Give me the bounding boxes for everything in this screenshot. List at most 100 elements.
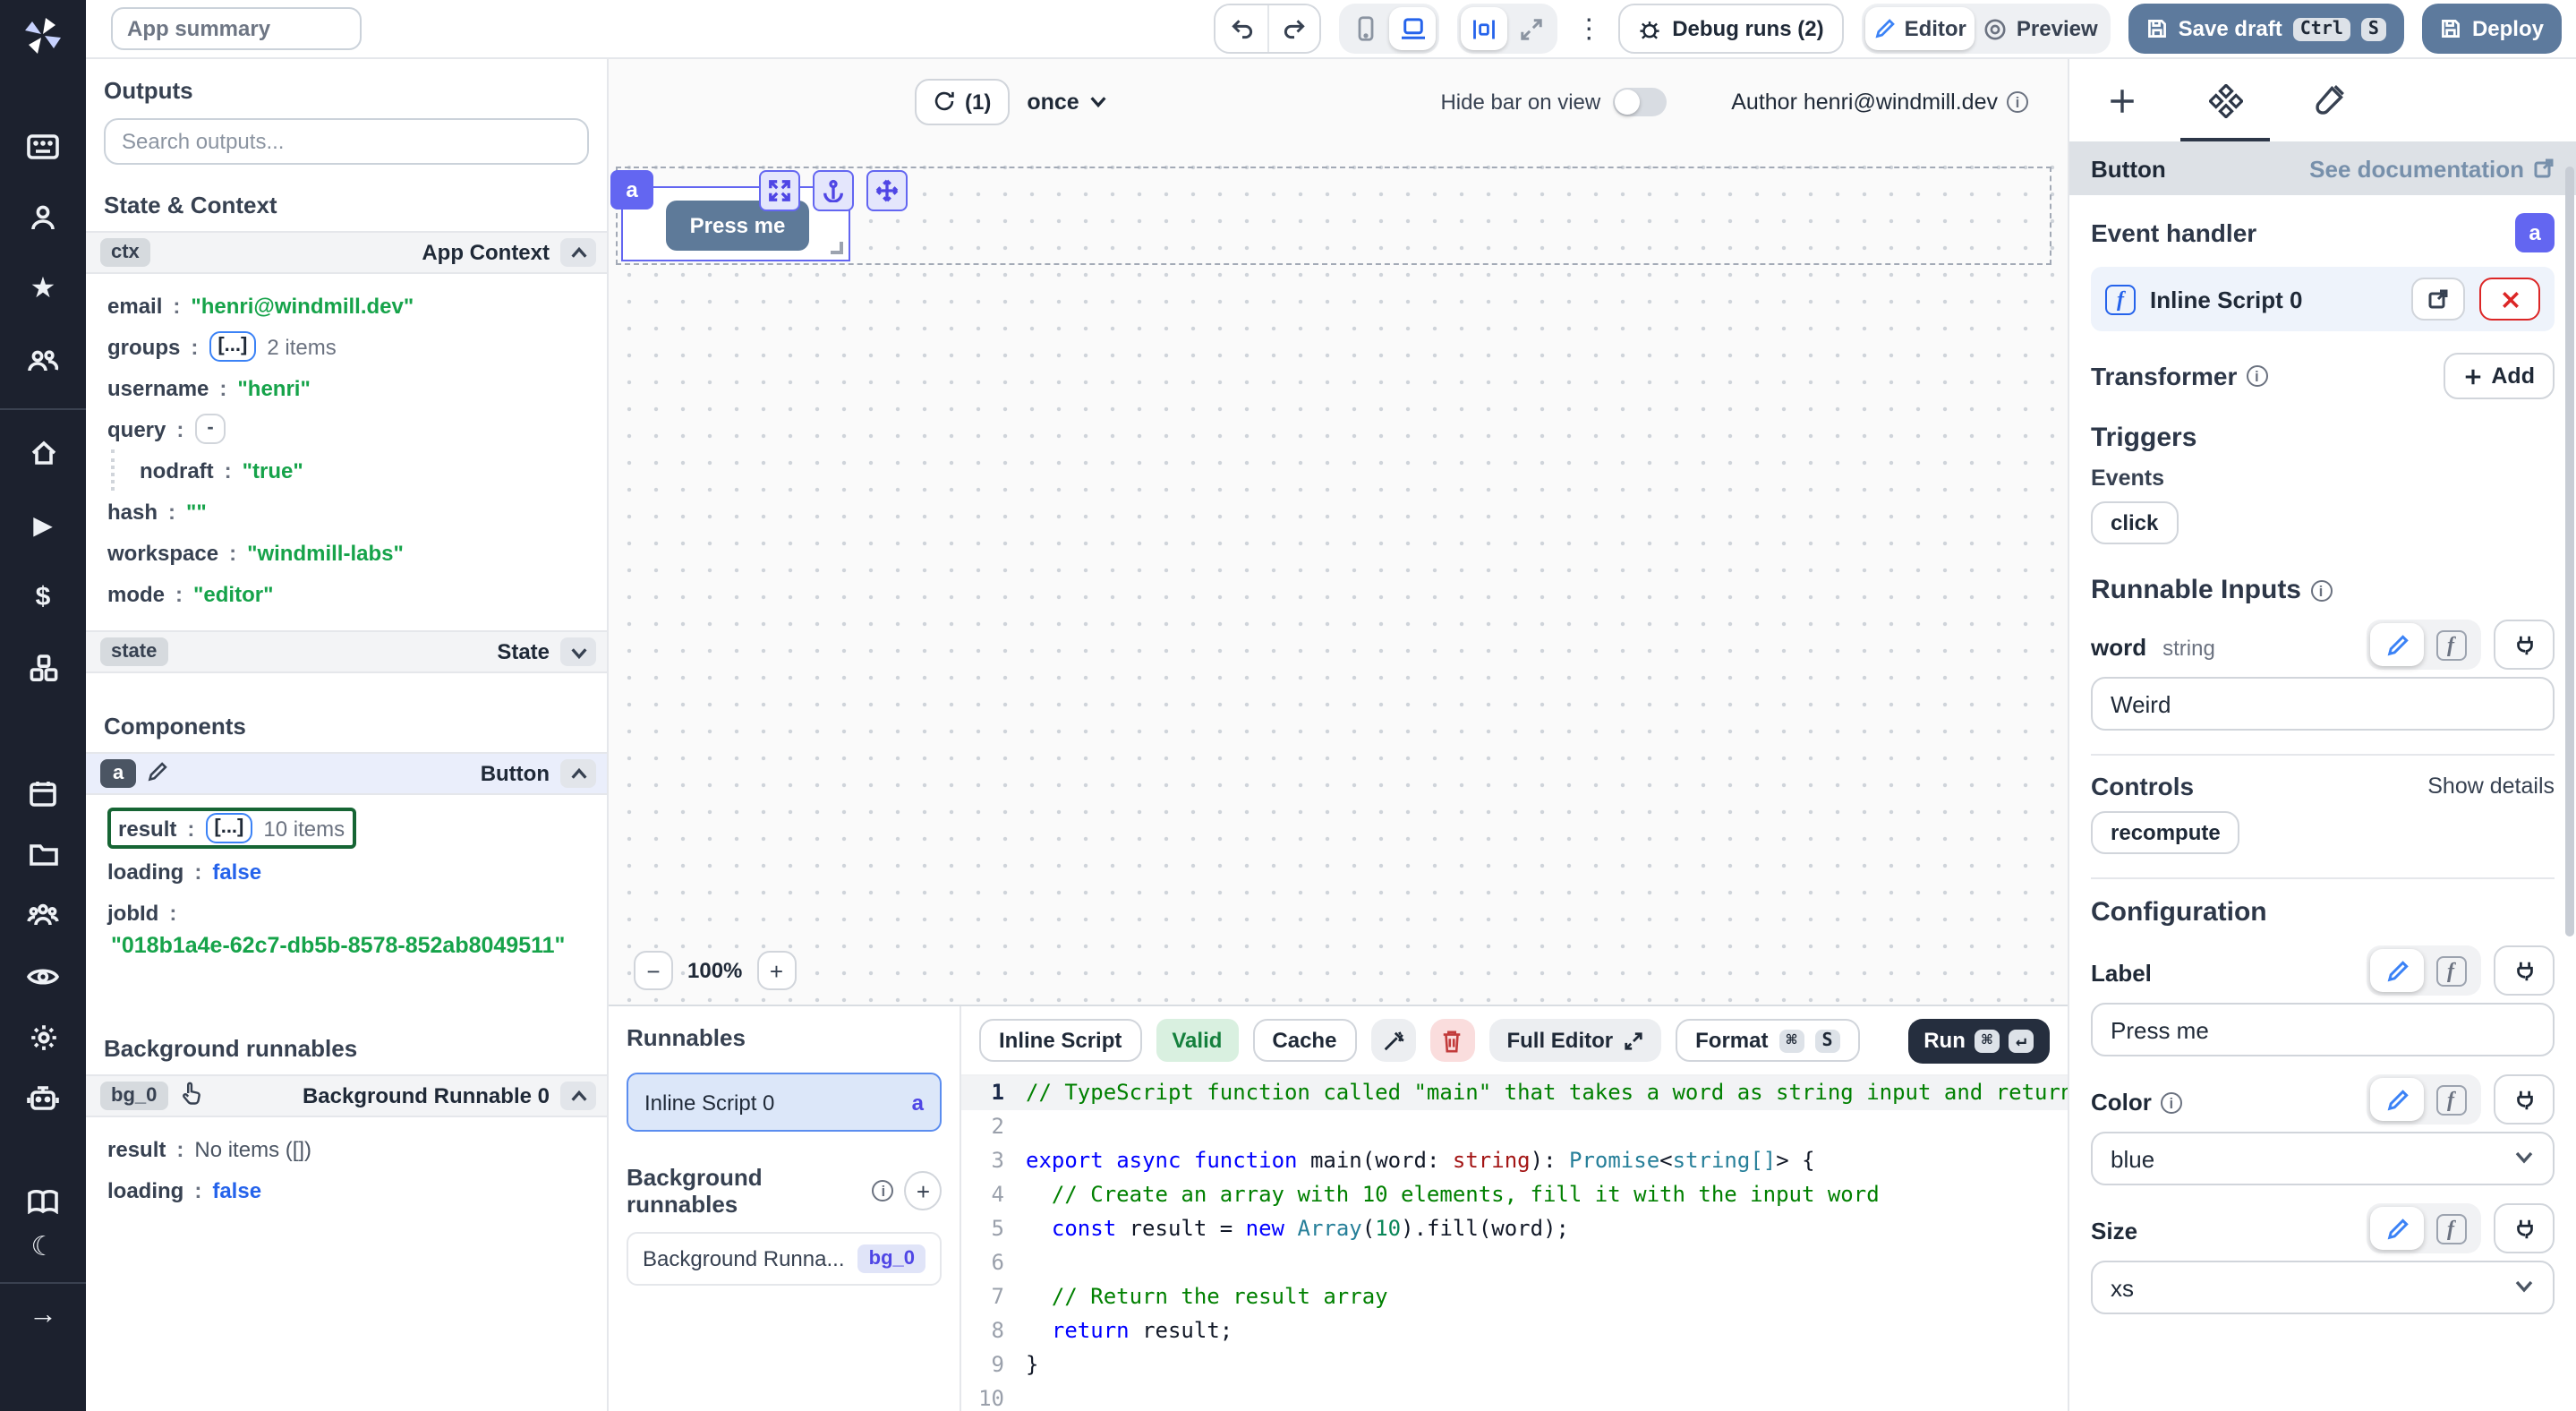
static-mode-button[interactable] — [2370, 1078, 2424, 1121]
show-details-link[interactable]: Show details — [2427, 774, 2555, 799]
output-row-loading[interactable]: loading:false — [107, 851, 589, 892]
add-bg-runnable-button[interactable]: + — [905, 1171, 942, 1210]
connect-input-icon[interactable] — [2494, 620, 2555, 670]
members-icon[interactable] — [25, 344, 61, 380]
full-editor-button[interactable]: Full Editor — [1488, 1019, 1661, 1062]
book-icon[interactable] — [25, 1184, 61, 1219]
connect-input-icon[interactable] — [2494, 1203, 2555, 1253]
output-row-result[interactable]: result:[...]10 items — [107, 806, 589, 851]
output-row-result[interactable]: result:No items ([]) — [107, 1128, 589, 1169]
deploy-button[interactable]: Deploy — [2422, 4, 2562, 54]
preview-tab[interactable]: Preview — [1975, 7, 2107, 50]
home-icon[interactable] — [25, 435, 61, 471]
anchor-component-icon[interactable] — [813, 170, 854, 211]
bg-runnables-info-icon[interactable]: i — [873, 1180, 894, 1201]
output-section-header-ctx[interactable]: ctxApp Context — [86, 231, 607, 274]
output-row-hash[interactable]: hash:"" — [107, 491, 589, 532]
size-select[interactable]: xs — [2091, 1261, 2555, 1314]
label-field[interactable] — [2091, 1003, 2555, 1056]
runnable-inputs-info-icon[interactable]: i — [2310, 579, 2332, 601]
tab-insert-component[interactable] — [2091, 59, 2152, 141]
app-canvas[interactable]: a Press me − — [609, 143, 2068, 1005]
output-row-email[interactable]: email:"henri@windmill.dev" — [107, 285, 589, 326]
output-row-groups[interactable]: groups:[...]2 items — [107, 326, 589, 367]
event-chip-click[interactable]: click — [2091, 501, 2178, 544]
output-row-username[interactable]: username:"henri" — [107, 367, 589, 408]
star-icon[interactable]: ★ — [25, 272, 61, 308]
frequency-dropdown[interactable]: once — [1027, 89, 1107, 114]
runnable-item[interactable]: Inline Script 0 a — [627, 1073, 942, 1132]
ai-wand-icon[interactable] — [1370, 1019, 1415, 1062]
code-line-5[interactable]: 5 const result = new Array(10).fill(word… — [961, 1212, 2068, 1246]
remove-script-icon[interactable] — [2479, 278, 2540, 321]
author-info-icon[interactable]: i — [2007, 90, 2028, 112]
color-select[interactable]: blue — [2091, 1132, 2555, 1185]
collapsed-value-chip[interactable]: [...] — [209, 331, 256, 362]
output-row-query[interactable]: query:- — [107, 408, 589, 449]
component-id-badge[interactable]: a — [610, 170, 653, 210]
moon-icon[interactable]: ☾ — [25, 1228, 61, 1264]
users-icon[interactable] — [25, 897, 61, 933]
chevron-up-icon[interactable] — [560, 759, 596, 788]
eval-mode-button[interactable]: f — [2424, 1207, 2478, 1250]
arrow-right-icon[interactable]: → — [25, 1298, 61, 1334]
more-menu-icon[interactable]: ⋮ — [1575, 13, 1600, 45]
control-chip-recompute[interactable]: recompute — [2091, 811, 2240, 854]
editor-tab[interactable]: Editor — [1865, 7, 1975, 50]
output-row-workspace[interactable]: workspace:"windmill-labs" — [107, 532, 589, 573]
word-input[interactable] — [2091, 677, 2555, 731]
code-line-6[interactable]: 6 — [961, 1246, 2068, 1280]
play-icon[interactable]: ▶ — [25, 507, 61, 543]
zoom-out-button[interactable]: − — [634, 951, 673, 990]
code-line-1[interactable]: 1// TypeScript function called "main" th… — [961, 1076, 2068, 1110]
tab-component-settings[interactable] — [2195, 59, 2256, 141]
output-row-mode[interactable]: mode:"editor" — [107, 573, 589, 614]
delete-script-icon[interactable] — [1429, 1019, 1474, 1062]
expand-component-icon[interactable] — [759, 170, 800, 211]
static-mode-button[interactable] — [2370, 1207, 2424, 1250]
mobile-view-button[interactable] — [1343, 7, 1389, 50]
chevron-down-icon[interactable] — [560, 637, 596, 666]
bg-runnable-item[interactable]: Background Runna... bg_0 — [627, 1232, 942, 1286]
see-documentation-link[interactable]: See documentation — [2309, 155, 2555, 182]
eval-mode-button[interactable]: f — [2424, 623, 2478, 666]
resize-handle[interactable] — [831, 242, 843, 254]
refresh-button[interactable]: (1) — [915, 78, 1009, 124]
fullwidth-layout-button[interactable] — [1507, 7, 1554, 50]
app-summary-input[interactable] — [111, 7, 362, 50]
code-line-2[interactable]: 2 — [961, 1110, 2068, 1144]
inspector-scrollbar[interactable] — [2565, 167, 2574, 936]
open-script-icon[interactable] — [2411, 278, 2465, 321]
static-mode-button[interactable] — [2370, 949, 2424, 992]
code-line-3[interactable]: 3export async function main(word: string… — [961, 1144, 2068, 1178]
output-section-header-button[interactable]: aButton — [86, 752, 607, 795]
code-line-9[interactable]: 9} — [961, 1348, 2068, 1382]
code-editor[interactable]: 1// TypeScript function called "main" th… — [961, 1074, 2068, 1411]
code-line-10[interactable]: 10 — [961, 1382, 2068, 1411]
output-row-jobId[interactable]: jobId: — [107, 892, 589, 933]
code-line-8[interactable]: 8 return result; — [961, 1314, 2068, 1348]
eval-mode-button[interactable]: f — [2424, 1078, 2478, 1121]
cache-button[interactable]: Cache — [1252, 1019, 1356, 1062]
output-section-header-bg0[interactable]: bg_0Background Runnable 0 — [86, 1074, 607, 1117]
folder-icon[interactable] — [25, 836, 61, 872]
tab-theme-style[interactable] — [2299, 59, 2359, 141]
redo-button[interactable] — [1267, 5, 1319, 52]
center-layout-button[interactable] — [1461, 7, 1507, 50]
code-line-7[interactable]: 7 // Return the result array — [961, 1280, 2068, 1314]
eval-mode-button[interactable]: f — [2424, 949, 2478, 992]
gear-icon[interactable] — [25, 1019, 61, 1055]
output-row-nodraft[interactable]: nodraft:"true" — [111, 449, 589, 491]
save-draft-button[interactable]: Save draft Ctrl S — [2128, 4, 2404, 54]
desktop-view-button[interactable] — [1389, 7, 1436, 50]
resources-icon[interactable] — [25, 650, 61, 686]
undo-button[interactable] — [1215, 5, 1267, 52]
edit-id-icon[interactable] — [147, 760, 168, 787]
add-transformer-button[interactable]: Add — [2443, 353, 2555, 399]
calendar-icon[interactable] — [25, 775, 61, 811]
user-icon[interactable] — [25, 201, 61, 236]
eye-icon[interactable] — [25, 958, 61, 994]
connect-input-icon[interactable] — [2494, 945, 2555, 996]
event-script-row[interactable]: f Inline Script 0 — [2091, 267, 2555, 331]
run-button[interactable]: Run ⌘ ↵ — [1907, 1018, 2050, 1063]
